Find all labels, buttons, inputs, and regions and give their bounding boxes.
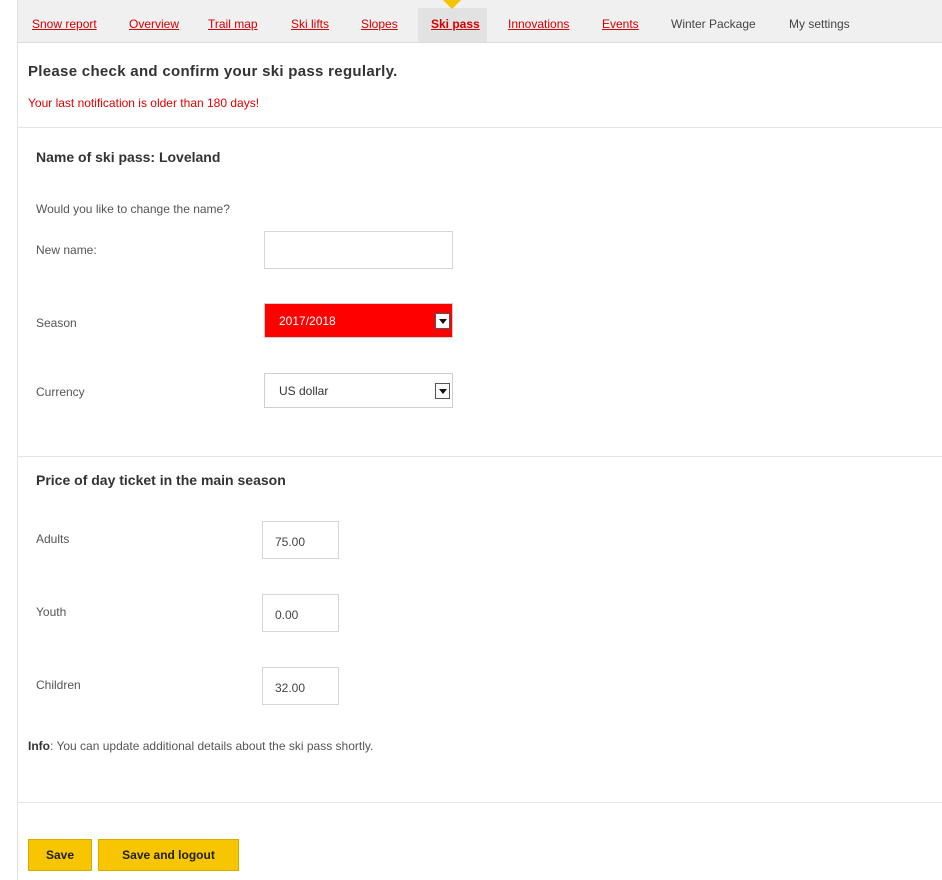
chevron-down-icon[interactable] (435, 313, 450, 329)
tab-overview[interactable]: Overview (129, 17, 179, 31)
divider (18, 456, 942, 457)
save-button[interactable]: Save (28, 839, 92, 871)
currency-select[interactable]: US dollar (264, 373, 453, 408)
divider (18, 802, 942, 803)
tab-winter-package[interactable]: Winter Package (671, 17, 756, 31)
active-tab-pointer-icon (443, 0, 461, 9)
children-price-input[interactable] (262, 667, 339, 705)
tab-slopes[interactable]: Slopes (361, 17, 398, 31)
tab-snow-report[interactable]: Snow report (32, 17, 97, 31)
new-name-label: New name: (36, 243, 97, 257)
currency-value: US dollar (279, 384, 329, 398)
adults-label: Adults (36, 532, 70, 546)
info-text: : You can update additional details abou… (50, 739, 374, 753)
season-label: Season (36, 316, 77, 330)
notification-warning: Your last notification is older than 180… (28, 96, 260, 110)
tab-events[interactable]: Events (602, 17, 639, 31)
tab-ski-lifts[interactable]: Ski lifts (291, 17, 329, 31)
ski-pass-name-title: Name of ski pass: Loveland (36, 149, 221, 165)
tab-my-settings[interactable]: My settings (789, 17, 850, 31)
page-frame: Snow report Overview Trail map Ski lifts… (17, 0, 942, 880)
currency-label: Currency (36, 385, 85, 399)
season-value: 2017/2018 (279, 314, 336, 328)
youth-label: Youth (36, 605, 67, 619)
info-prefix: Info (28, 739, 50, 753)
adults-price-input[interactable] (262, 521, 339, 559)
tab-trail-map[interactable]: Trail map (208, 17, 258, 31)
info-note: Info: You can update additional details … (28, 739, 373, 753)
top-nav: Snow report Overview Trail map Ski lifts… (18, 0, 942, 43)
price-section-title: Price of day ticket in the main season (36, 472, 286, 488)
page-title: Please check and confirm your ski pass r… (28, 63, 398, 80)
tab-ski-pass[interactable]: Ski pass (431, 17, 480, 31)
tab-innovations[interactable]: Innovations (508, 17, 569, 31)
save-and-logout-button[interactable]: Save and logout (98, 839, 239, 871)
new-name-input[interactable] (264, 231, 453, 269)
season-select[interactable]: 2017/2018 (264, 303, 453, 338)
youth-price-input[interactable] (262, 594, 339, 632)
divider (18, 127, 942, 128)
change-name-prompt: Would you like to change the name? (36, 202, 230, 216)
chevron-down-icon[interactable] (435, 383, 450, 399)
children-label: Children (36, 678, 81, 692)
